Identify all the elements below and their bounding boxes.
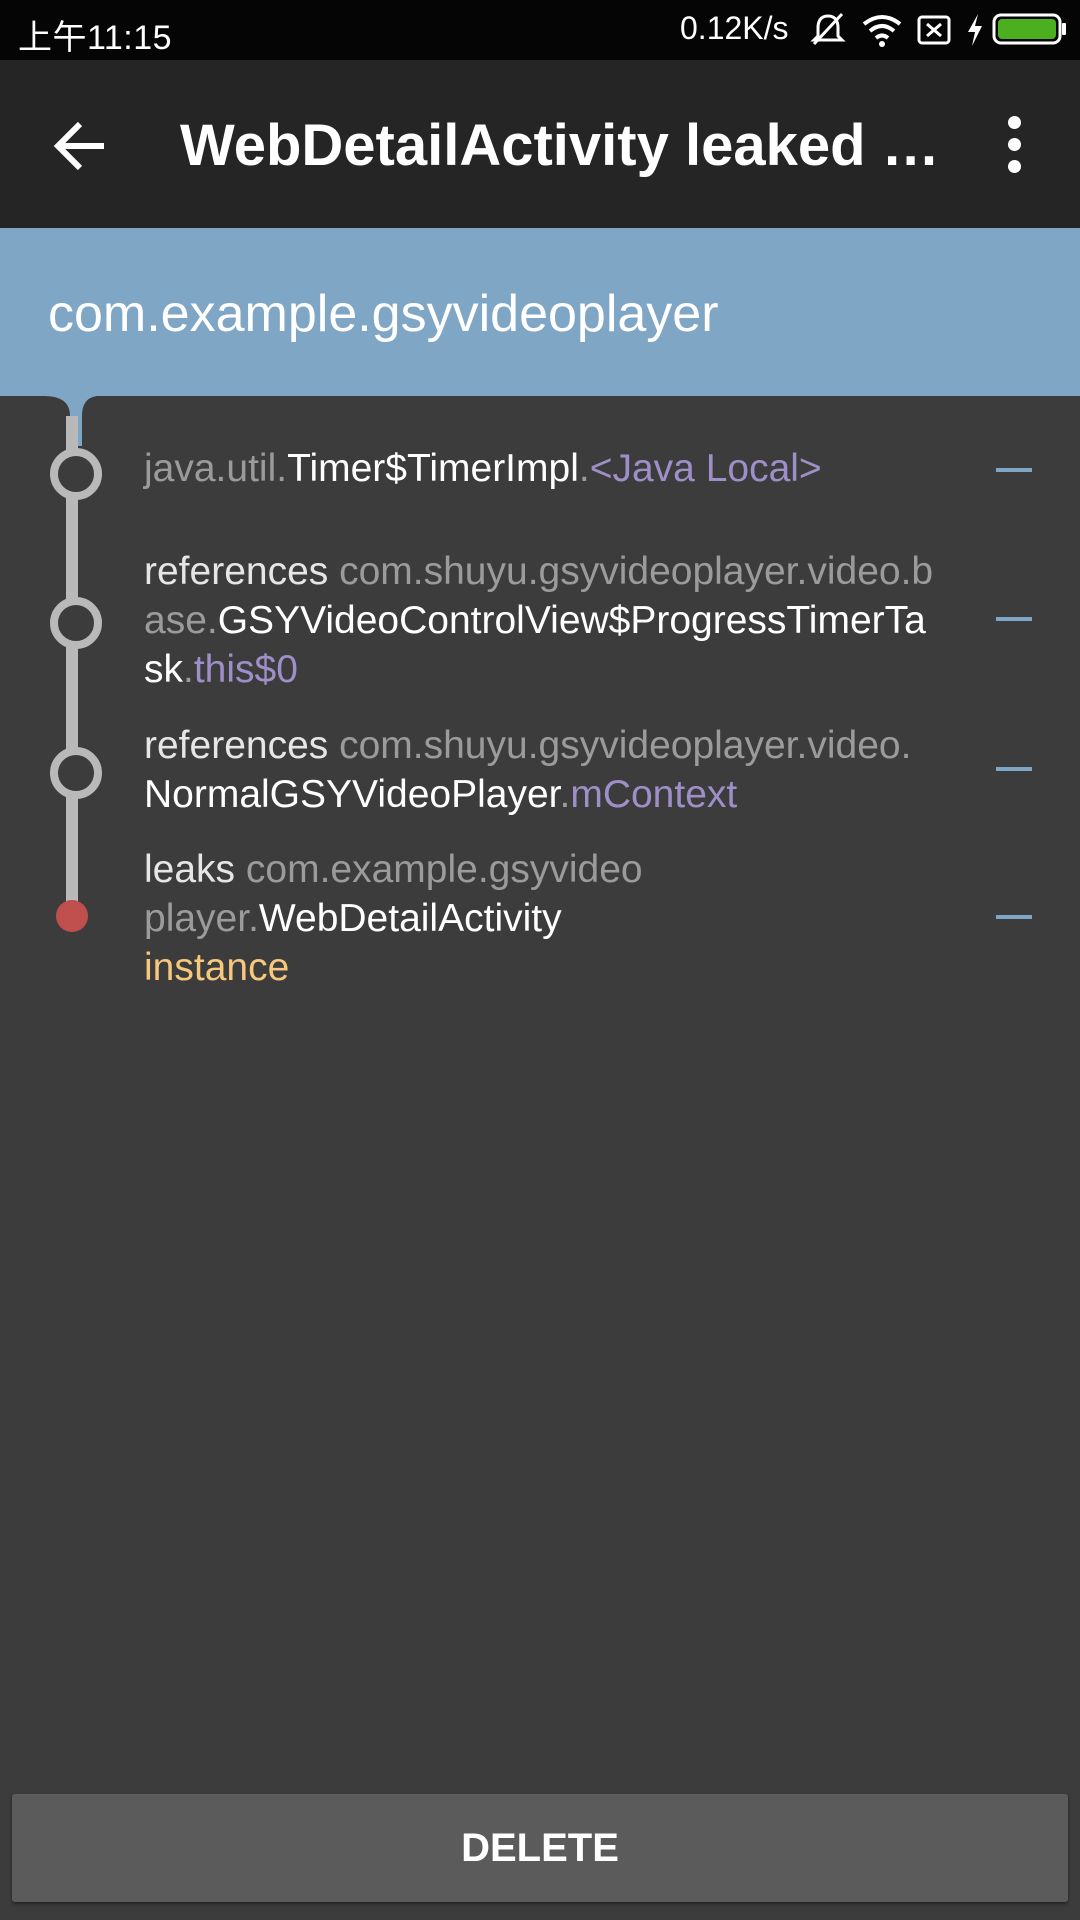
package-name: com.example.gsyvideoplayer	[48, 285, 719, 343]
trace-node	[50, 448, 102, 500]
trace-package: java.util.	[144, 447, 288, 490]
trace-class: Timer$TimerImpl	[287, 447, 579, 490]
trace-item[interactable]: references com.shuyu.gsyvideoplayer.vide…	[144, 721, 934, 819]
trace-verb: leaks	[144, 848, 246, 891]
trace-class: NormalGSYVideoPlayer	[144, 773, 560, 816]
trace-field: this$0	[193, 648, 298, 691]
trace-separator: .	[183, 648, 194, 691]
collapse-icon[interactable]	[996, 915, 1032, 919]
trace-instance: instance	[144, 946, 290, 989]
leak-dot	[56, 900, 88, 932]
status-bar: 上午11:15 0.12K/s	[0, 0, 1080, 60]
trace-class: WebDetailActivity	[258, 897, 562, 940]
wifi-icon	[862, 15, 902, 47]
trace-item[interactable]: java.util.Timer$TimerImpl.<Java Local>	[144, 444, 934, 493]
more-vert-icon[interactable]	[990, 112, 1038, 180]
trace-verb: references	[144, 550, 340, 593]
trace-item[interactable]: leaks com.example.gsyvideoplayer.WebDeta…	[144, 845, 664, 992]
collapse-icon[interactable]	[996, 617, 1032, 621]
battery-icon	[992, 13, 1066, 45]
trace-node	[50, 597, 102, 649]
page-title: WebDetailActivity leaked 4…	[180, 113, 940, 178]
leak-trace: java.util.Timer$TimerImpl.<Java Local> r…	[0, 396, 1080, 1016]
no-sim-icon	[917, 15, 951, 45]
trace-item[interactable]: references com.shuyu.gsyvideoplayer.vide…	[144, 547, 934, 694]
status-time: 上午11:15	[18, 19, 173, 57]
package-header: com.example.gsyvideoplayer	[0, 228, 1080, 396]
trace-package: com.shuyu.gsyvideoplayer.video.	[339, 724, 912, 767]
collapse-icon[interactable]	[996, 767, 1032, 771]
charging-icon	[968, 14, 982, 46]
trace-separator: .	[578, 447, 590, 490]
delete-button[interactable]: DELETE	[12, 1794, 1068, 1902]
trace-verb: references	[144, 724, 340, 767]
arrow-back-icon[interactable]	[48, 114, 120, 178]
collapse-icon[interactable]	[996, 468, 1032, 472]
trace-field: <Java Local>	[589, 447, 822, 490]
app-bar: WebDetailActivity leaked 4…	[0, 60, 1080, 228]
trace-node	[50, 747, 102, 799]
network-speed: 0.12K/s	[680, 10, 789, 46]
trace-field: mContext	[570, 773, 738, 816]
mute-icon	[810, 12, 846, 46]
trace-separator: .	[559, 773, 571, 816]
